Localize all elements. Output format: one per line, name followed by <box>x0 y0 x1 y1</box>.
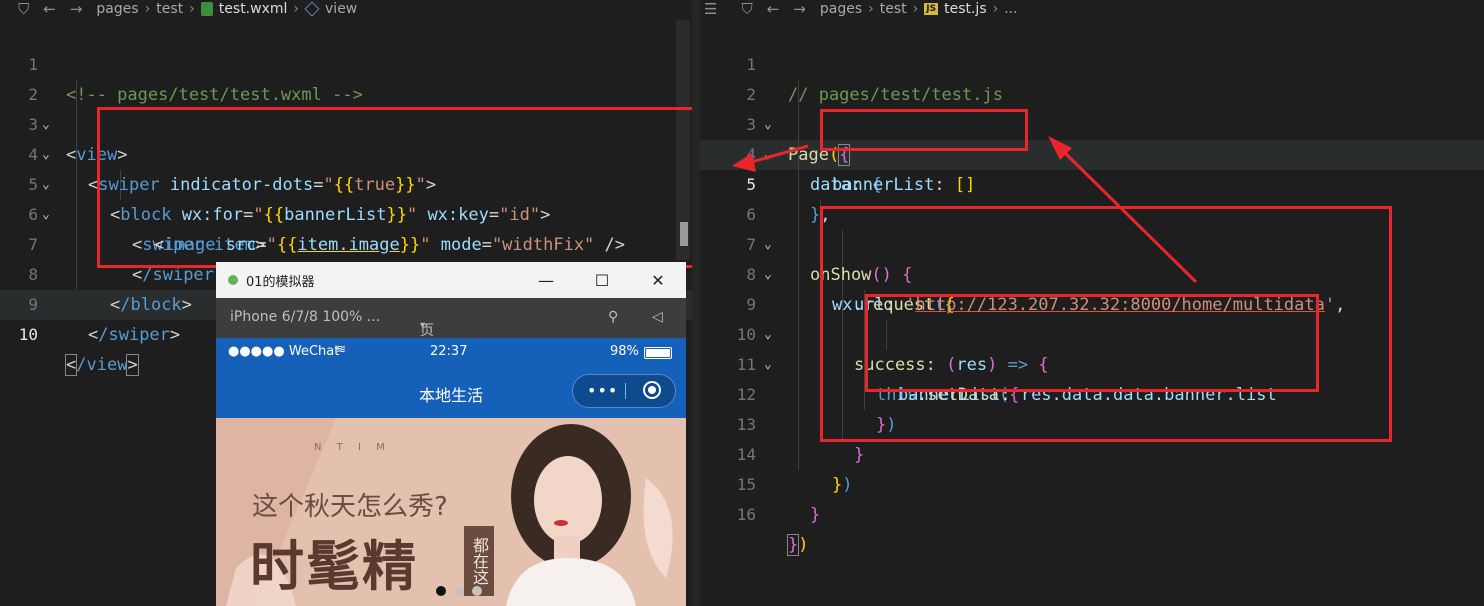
code-line[interactable]: 1 <!-- pages/test/test.wxml --> <box>0 20 692 105</box>
close-mini-program-icon[interactable] <box>643 381 661 399</box>
minimize-button[interactable]: — <box>518 262 574 298</box>
code-line[interactable]: 6 ⌄ onShow() { <box>700 170 1484 285</box>
wxml-file-icon <box>200 2 213 16</box>
chevron-right-icon: › <box>992 1 999 17</box>
chevron-right-icon: › <box>144 1 151 17</box>
maximize-button[interactable]: ☐ <box>574 262 630 298</box>
code-line[interactable]: 1 // pages/test/test.js <box>700 20 1484 105</box>
breadcrumb-item[interactable]: test <box>880 1 907 17</box>
capsule-divider <box>625 383 626 399</box>
breadcrumb-item[interactable]: test <box>156 1 183 17</box>
code-line[interactable]: 3 ⌄ <swiper indicator-dots="{{true}}"> <box>0 80 692 195</box>
chevron-right-icon: › <box>868 1 874 17</box>
indicator-dot[interactable] <box>454 586 464 596</box>
chevron-right-icon: › <box>293 1 300 17</box>
more-dots-icon[interactable]: ••• <box>587 381 618 400</box>
annotation-box <box>820 109 1028 151</box>
js-editor[interactable]: ☰ ⛉ ← → pages › test › JS test.js › ... … <box>700 0 1484 606</box>
code-line[interactable]: 15 } <box>700 440 1484 525</box>
battery-icon <box>644 347 672 359</box>
breadcrumb-item[interactable]: pages <box>96 1 138 17</box>
simulator-window[interactable]: 01的模拟器 — ☐ ✕ iPhone 6/7/8 100% ... 页面信息 … <box>216 262 686 606</box>
mini-program-capsule[interactable]: ••• <box>572 374 676 408</box>
indicator-dot-active[interactable] <box>436 586 446 596</box>
code-line[interactable]: 3 ⌄ data: { <box>700 80 1484 195</box>
tag-name: /view <box>76 355 128 375</box>
breadcrumb-item[interactable]: ... <box>1004 1 1017 17</box>
back-arrow-icon[interactable]: ← <box>767 0 780 18</box>
device-select[interactable]: iPhone 6/7/8 100% ... <box>230 309 380 325</box>
swiper-banner[interactable]: N T I M 这个秋天怎么秀? 时髦精 都在这 <box>216 418 686 606</box>
breadcrumb-item[interactable]: test.js <box>944 1 987 17</box>
window-title: 01的模拟器 <box>246 274 315 290</box>
breadcrumb-item[interactable]: test.wxml <box>219 1 288 17</box>
banner-headline: 这个秋天怎么秀? <box>252 492 448 522</box>
js-file-icon: JS <box>924 3 939 15</box>
phone-status-bar: ●●●●● WeChat ≋ 22:37 98% <box>216 338 686 366</box>
annotation-box <box>97 107 692 268</box>
banner-big-text: 时髦精 <box>250 535 418 598</box>
close-button[interactable]: ✕ <box>630 262 686 298</box>
tag-name: /swiper <box>98 325 170 345</box>
forward-arrow-icon[interactable]: → <box>793 0 806 18</box>
bookmark-icon[interactable]: ⛉ <box>741 0 752 18</box>
breadcrumb: ⛉ ← → pages › test › test.wxml › view <box>0 0 692 18</box>
carrier-label: ●●●●● WeChat <box>228 344 340 359</box>
phone-nav-bar: 本地生活 ••• <box>216 366 686 418</box>
app-logo-icon <box>228 275 238 285</box>
battery-level: 98% <box>610 344 639 359</box>
code-line[interactable]: 2 ⌄ <view> <box>0 50 692 165</box>
banner-letters: N T I M <box>314 442 391 453</box>
line-number: 10 <box>18 325 38 344</box>
wifi-icon: ≋ <box>336 342 347 356</box>
caret-down-icon: ▾ <box>420 320 426 331</box>
list-icon[interactable]: ☰ <box>704 0 717 18</box>
cube-icon <box>304 1 320 17</box>
code-line[interactable]: 4 bannerList: [] <box>700 110 1484 195</box>
forward-arrow-icon[interactable]: → <box>70 0 83 18</box>
back-arrow-icon[interactable]: ← <box>43 0 56 18</box>
breadcrumb-item[interactable]: view <box>325 1 357 17</box>
chevron-right-icon: › <box>912 1 919 17</box>
simulator-toolbar: iPhone 6/7/8 100% ... 页面信息 ▾ ⚲ ◁ <box>216 298 686 399</box>
pane-divider[interactable] <box>692 0 700 606</box>
code-line[interactable]: 16 }) <box>700 470 1484 556</box>
annotation-box <box>865 294 1319 392</box>
clock: 22:37 <box>430 344 468 359</box>
line-number: 16 <box>736 505 756 524</box>
code-line[interactable]: 5 }, <box>700 140 1484 225</box>
chevron-right-icon: › <box>189 1 195 17</box>
code-line[interactable]: 2 ⌄ Page({ <box>700 50 1484 166</box>
simulator-titlebar[interactable]: 01的模拟器 — ☐ ✕ <box>216 262 686 298</box>
speaker-icon[interactable]: ◁ <box>652 309 663 325</box>
indicator-dot[interactable] <box>472 586 482 596</box>
breadcrumb-item[interactable]: pages <box>820 1 862 17</box>
bookmark-icon[interactable]: ⛉ <box>18 0 29 18</box>
pin-icon[interactable]: ⚲ <box>608 309 618 325</box>
breadcrumb: ☰ ⛉ ← → pages › test › JS test.js › ... <box>700 0 1484 18</box>
